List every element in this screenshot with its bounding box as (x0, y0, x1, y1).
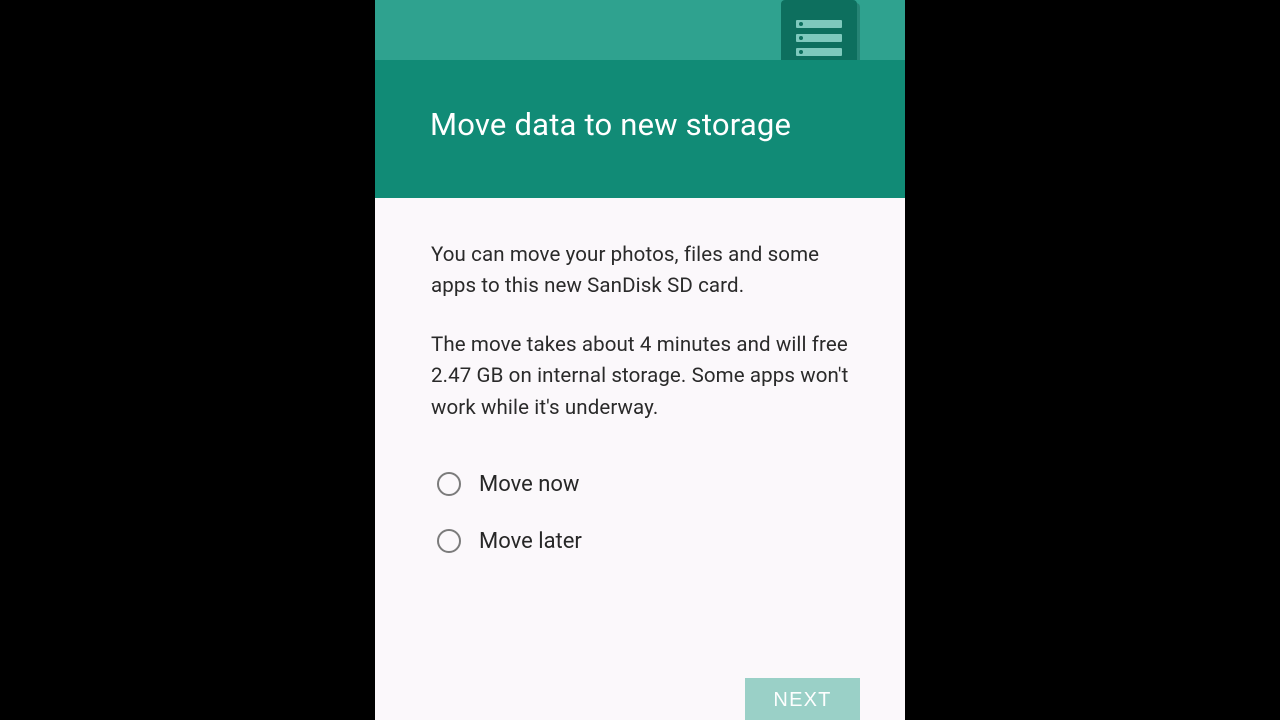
header-main: Move data to new storage (375, 60, 905, 198)
storage-bar-icon (796, 48, 842, 56)
radio-label: Move later (479, 529, 582, 554)
header-top-bar (375, 0, 905, 60)
next-button[interactable]: NEXT (745, 678, 860, 720)
radio-options: Move now Move later (431, 472, 849, 554)
description-paragraph-2: The move takes about 4 minutes and will … (431, 330, 849, 423)
content-area: You can move your photos, files and some… (375, 198, 905, 720)
phone-screen: Move data to new storage You can move yo… (375, 0, 905, 720)
description-paragraph-1: You can move your photos, files and some… (431, 240, 849, 302)
radio-label: Move now (479, 472, 579, 497)
radio-move-later[interactable]: Move later (437, 529, 849, 554)
page-title: Move data to new storage (430, 106, 791, 143)
storage-bar-icon (796, 20, 842, 28)
radio-circle-icon (437, 472, 461, 496)
storage-bar-icon (796, 34, 842, 42)
radio-move-now[interactable]: Move now (437, 472, 849, 497)
radio-circle-icon (437, 529, 461, 553)
